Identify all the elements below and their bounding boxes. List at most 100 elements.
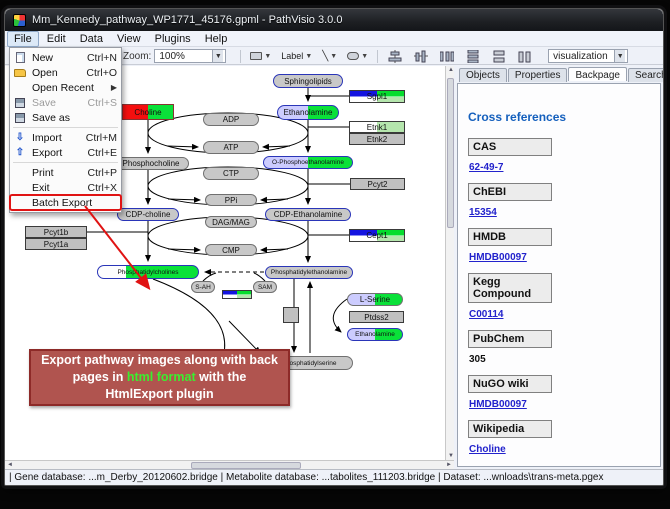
node-ptdss2[interactable]: Ptdss2 bbox=[349, 311, 404, 323]
node-pcyt1b[interactable]: Pcyt1b bbox=[25, 226, 87, 238]
node-phosphocholine[interactable]: Phosphocholine bbox=[113, 157, 189, 170]
menu-item-import[interactable]: ⇩ImportCtrl+M bbox=[10, 130, 121, 145]
blank-icon bbox=[12, 197, 28, 209]
xref-link[interactable]: 15354 bbox=[469, 207, 660, 218]
menu-item-shortcut: Ctrl+N bbox=[87, 52, 117, 64]
gene-tool-button[interactable]: ▼ bbox=[246, 49, 275, 64]
node-phosphatidylethanolamine[interactable]: Phosphatidylethanolamine bbox=[265, 266, 353, 279]
canvas-horizontal-scrollbar[interactable]: ◄ ► bbox=[5, 460, 454, 469]
node-sgpl1[interactable]: Sgpl1 bbox=[349, 90, 405, 103]
menu-item-export[interactable]: ⇧ExportCtrl+E bbox=[10, 145, 121, 160]
menu-item-open-recent[interactable]: Open Recent▶ bbox=[10, 80, 121, 95]
node-atp[interactable]: ATP bbox=[203, 141, 259, 154]
menu-item-label: Batch Export bbox=[32, 197, 92, 209]
align-center-x-button[interactable] bbox=[384, 49, 406, 64]
window-title: Mm_Kennedy_pathway_WP1771_45176.gpml - P… bbox=[32, 14, 342, 26]
side-panel-tabs: ObjectsPropertiesBackpageSearchLegend bbox=[455, 66, 663, 82]
menu-item-open[interactable]: OpenCtrl+O bbox=[10, 65, 121, 80]
tab-backpage[interactable]: Backpage bbox=[568, 67, 626, 81]
cross-reference-sections: CAS62-49-7ChEBI15354HMDBHMDB00097Kegg Co… bbox=[468, 138, 660, 455]
toolbar-separator bbox=[240, 50, 241, 63]
node-s-ah[interactable]: S-AH bbox=[191, 281, 215, 293]
menu-view[interactable]: View bbox=[111, 32, 147, 46]
node-cept1[interactable]: Cept1 bbox=[349, 229, 405, 242]
xref-title: CAS bbox=[468, 138, 552, 156]
node-o-phosphoethanolamine[interactable]: O-Phosphoethanolamine bbox=[263, 156, 353, 169]
callout-line2: pages in html format with the bbox=[31, 369, 288, 386]
distribute-vertical-icon bbox=[466, 50, 480, 63]
canvas-vertical-scrollbar[interactable]: ▲ ▼ bbox=[445, 66, 454, 460]
node-ppi[interactable]: PPi bbox=[205, 194, 257, 206]
node-dag-mag[interactable]: DAG/MAG bbox=[205, 216, 257, 228]
label-tool-button[interactable]: Label▼ bbox=[277, 49, 316, 64]
zoom-combobox[interactable]: 100% ▼ bbox=[154, 49, 226, 63]
tab-search[interactable]: Search bbox=[628, 68, 664, 82]
align-center-y-button[interactable] bbox=[410, 49, 432, 64]
side-panel: ObjectsPropertiesBackpageSearchLegend Cr… bbox=[455, 66, 663, 469]
menu-item-new[interactable]: New Ctrl+N bbox=[10, 50, 121, 65]
node-sphingolipids[interactable]: Sphingolipids bbox=[273, 74, 343, 88]
tab-properties[interactable]: Properties bbox=[508, 68, 568, 82]
xref-title: PubChem bbox=[468, 330, 552, 348]
status-bar: | Gene database: ...m_Derby_20120602.bri… bbox=[5, 469, 663, 485]
horizontal-scrollbar-thumb[interactable] bbox=[191, 462, 301, 469]
node-sam[interactable]: SAM bbox=[253, 281, 277, 293]
distribute-vertical-button[interactable] bbox=[462, 49, 484, 64]
xref-title: NuGO wiki bbox=[468, 375, 552, 393]
import-icon: ⇩ bbox=[12, 132, 28, 144]
visualization-combobox[interactable]: visualization ▼ bbox=[548, 49, 628, 63]
menu-item-batch-export[interactable]: Batch Export bbox=[10, 195, 121, 210]
distribute-horizontal-icon bbox=[440, 50, 454, 63]
menu-item-shortcut: Ctrl+O bbox=[86, 67, 117, 79]
node-choline[interactable]: Choline bbox=[122, 104, 174, 120]
node-ctp[interactable]: CTP bbox=[203, 167, 259, 180]
xref-link[interactable]: HMDB00097 bbox=[469, 399, 660, 410]
menu-data[interactable]: Data bbox=[74, 32, 109, 46]
xref-section-chebi: ChEBI15354 bbox=[468, 183, 660, 218]
chevron-down-icon[interactable]: ▼ bbox=[212, 50, 223, 62]
xref-link[interactable]: HMDB00097 bbox=[469, 252, 660, 263]
node-ethanolamine[interactable]: Ethanolamine bbox=[277, 105, 339, 120]
node-cmp[interactable]: CMP bbox=[205, 244, 257, 256]
node-pcyt2[interactable]: Pcyt2 bbox=[350, 178, 405, 190]
menu-bar: FileEditDataViewPluginsHelp bbox=[5, 31, 663, 47]
menu-item-shortcut: Ctrl+X bbox=[88, 182, 117, 194]
node-cdp-ethanolamine[interactable]: CDP-Ethanolamine bbox=[265, 208, 351, 221]
node-adp[interactable]: ADP bbox=[203, 113, 259, 126]
menu-file[interactable]: File bbox=[7, 31, 39, 47]
vertical-scrollbar-thumb[interactable] bbox=[447, 78, 454, 228]
tab-objects[interactable]: Objects bbox=[459, 68, 507, 82]
menu-item-label: Open Recent bbox=[32, 82, 94, 94]
node-ethanolamine[interactable]: Ethanolamine bbox=[347, 328, 403, 341]
menu-help[interactable]: Help bbox=[199, 32, 234, 46]
node-partial[interactable] bbox=[283, 307, 299, 323]
backpage-panel[interactable]: Cross references CAS62-49-7ChEBI15354HMD… bbox=[457, 83, 661, 467]
line-tool-button[interactable]: ╲▼ bbox=[318, 49, 341, 64]
menu-edit[interactable]: Edit bbox=[41, 32, 72, 46]
menu-item-print[interactable]: PrintCtrl+P bbox=[10, 165, 121, 180]
chevron-down-icon[interactable]: ▼ bbox=[614, 50, 625, 62]
menu-item-save[interactable]: SaveCtrl+S bbox=[10, 95, 121, 110]
xref-section-kegg-compound: Kegg CompoundC00114 bbox=[468, 273, 660, 320]
node-etnk1[interactable]: Etnk1 bbox=[349, 121, 405, 133]
export-icon: ⇧ bbox=[12, 147, 28, 159]
node-pcyt1a[interactable]: Pcyt1a bbox=[25, 238, 87, 250]
common-height-button[interactable] bbox=[514, 49, 536, 64]
menu-item-label: New bbox=[32, 52, 53, 64]
node-phosphatidylcholines[interactable]: Phosphatidylcholines bbox=[97, 265, 199, 279]
node-l-serine[interactable]: L-Serine bbox=[347, 293, 403, 306]
distribute-horizontal-button[interactable] bbox=[436, 49, 458, 64]
node-etnk2[interactable]: Etnk2 bbox=[349, 133, 405, 145]
node-partial[interactable] bbox=[222, 290, 252, 299]
menu-item-exit[interactable]: ExitCtrl+X bbox=[10, 180, 121, 195]
gene-tool-icon bbox=[250, 52, 262, 60]
menu-plugins[interactable]: Plugins bbox=[149, 32, 197, 46]
xref-link[interactable]: Choline bbox=[469, 444, 660, 455]
xref-link[interactable]: C00114 bbox=[469, 309, 660, 320]
node-cdp-choline[interactable]: CDP-choline bbox=[117, 208, 179, 221]
xref-link[interactable]: 62-49-7 bbox=[469, 162, 660, 173]
title-bar[interactable]: Mm_Kennedy_pathway_WP1771_45176.gpml - P… bbox=[5, 9, 663, 31]
common-width-button[interactable] bbox=[488, 49, 510, 64]
menu-item-save-as[interactable]: Save as bbox=[10, 110, 121, 125]
shape-tool-button[interactable]: ▼ bbox=[343, 49, 372, 64]
